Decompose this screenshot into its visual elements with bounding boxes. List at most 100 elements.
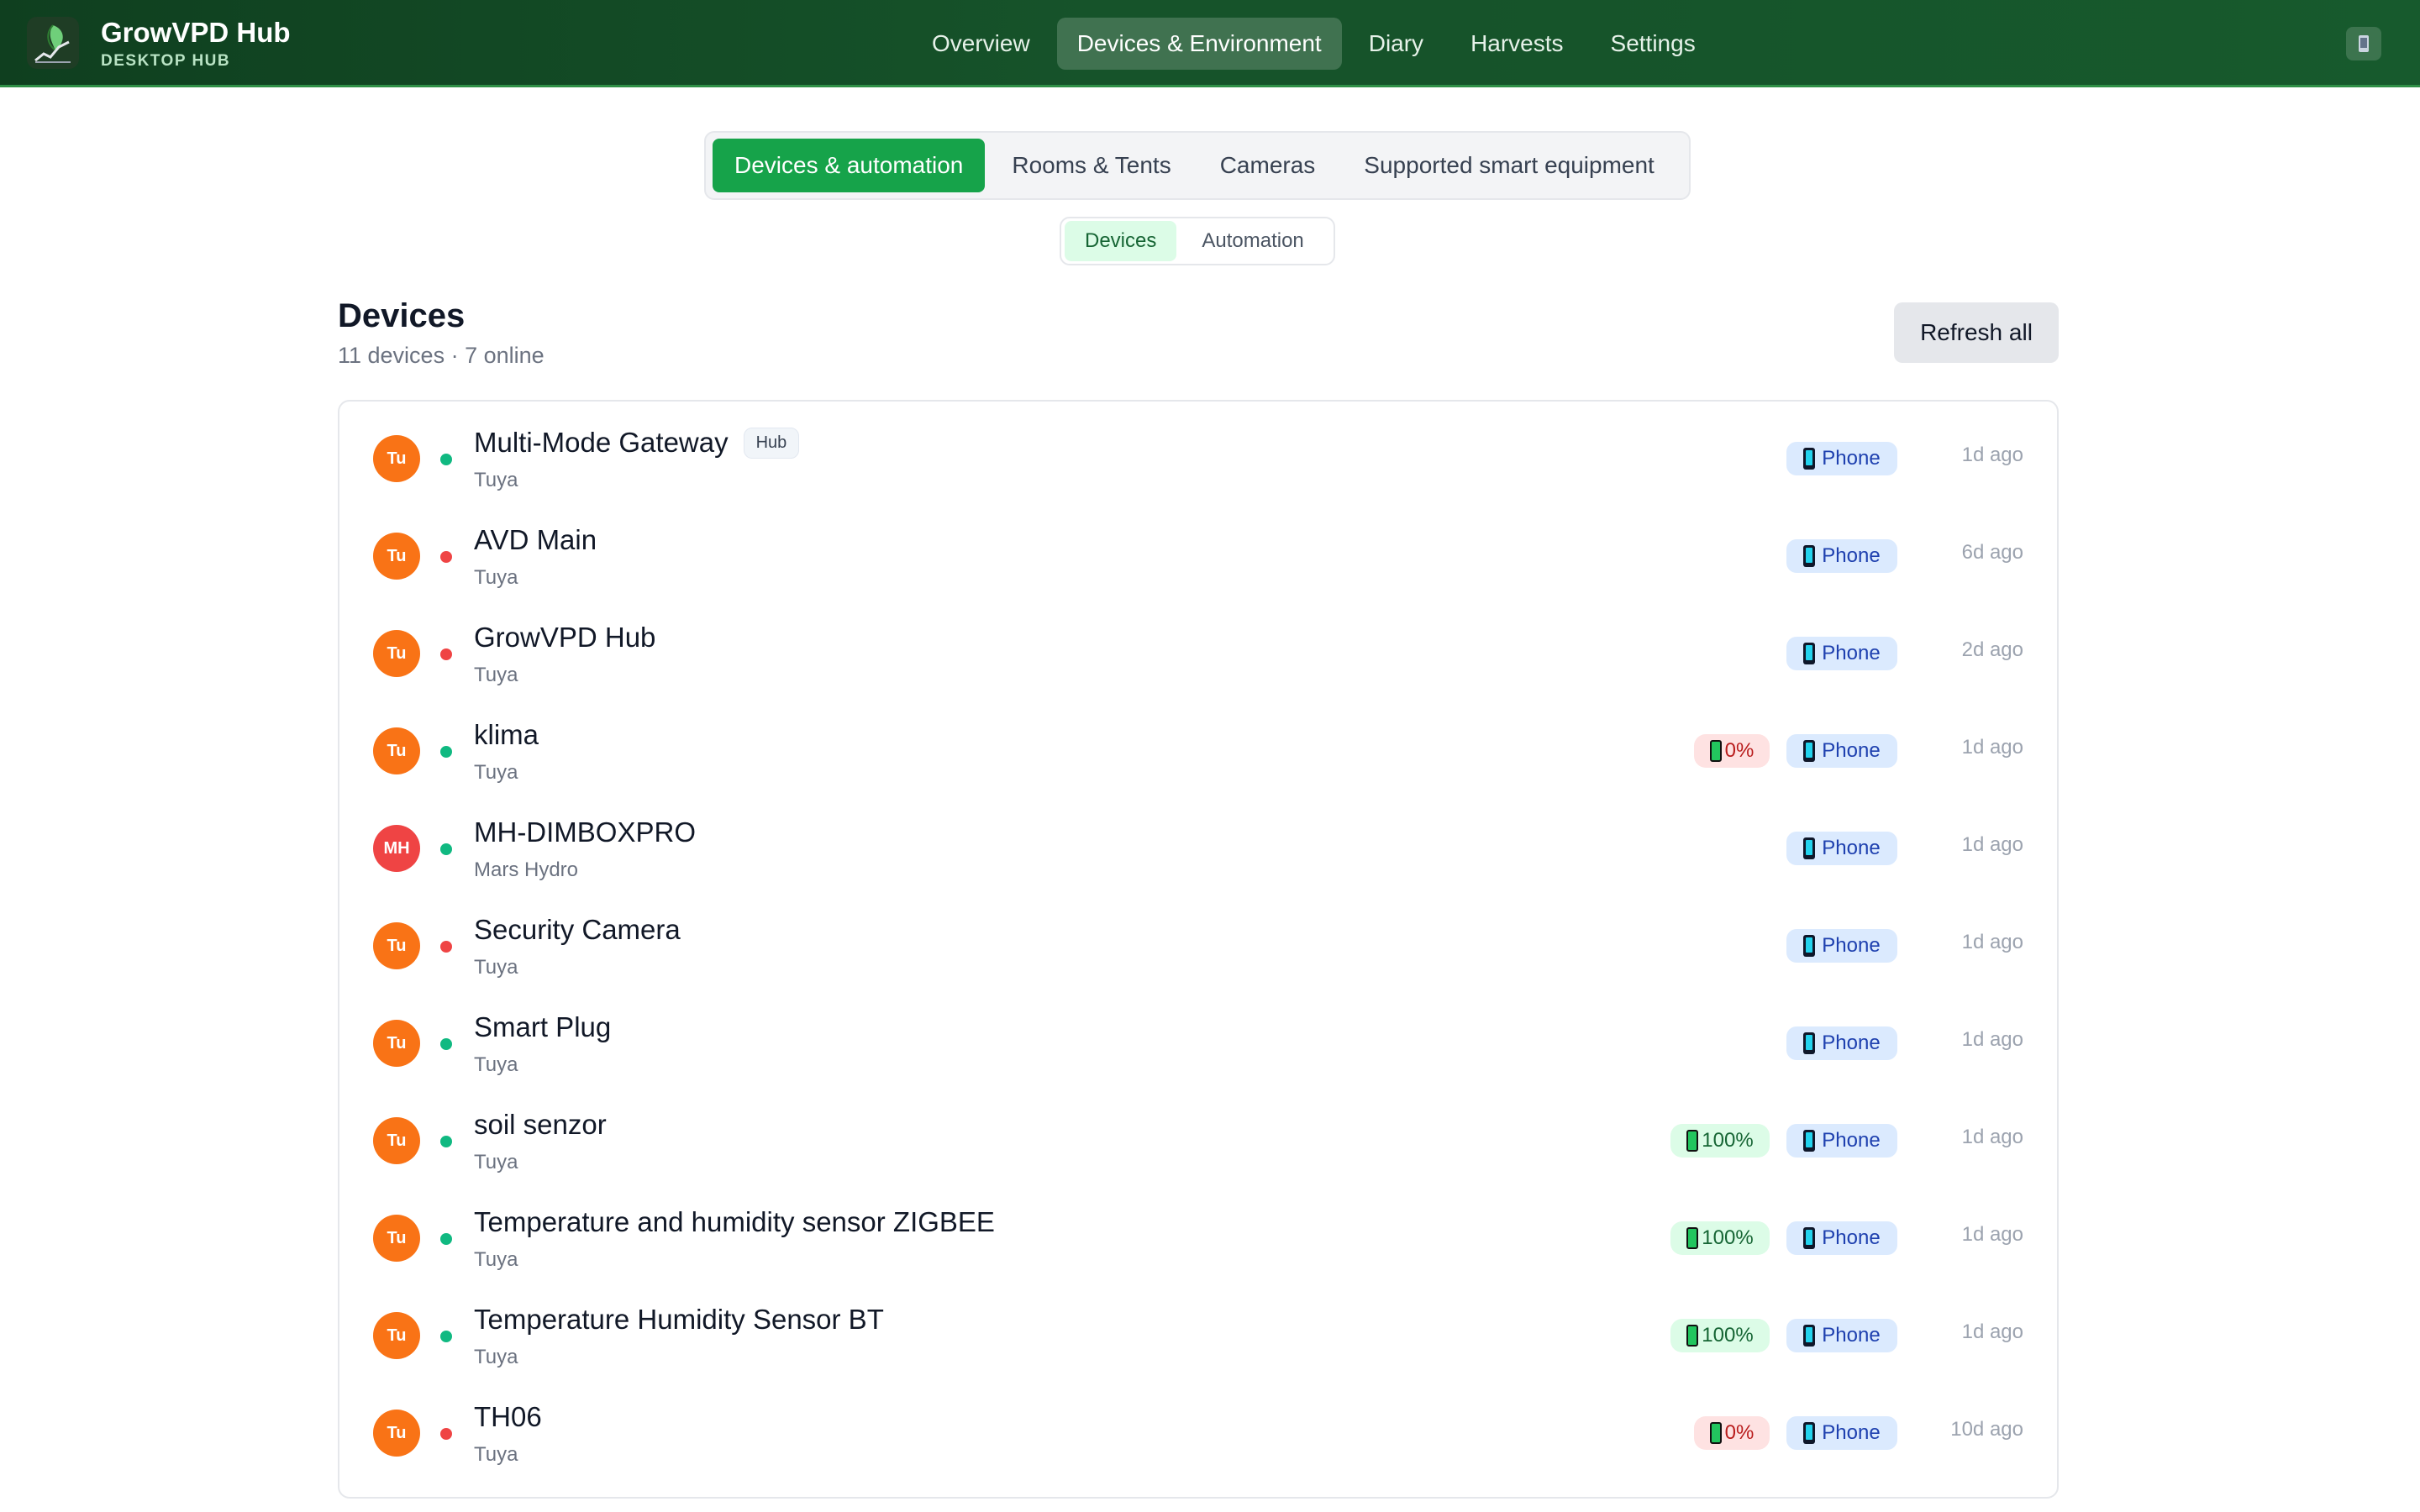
nav-settings[interactable]: Settings (1591, 18, 1716, 70)
source-badge: Phone (1786, 1221, 1897, 1255)
last-seen: 1d ago (1961, 833, 2023, 856)
device-name-line: Smart Plug (474, 1011, 611, 1043)
phone-icon (1803, 1130, 1816, 1152)
subtab-automation[interactable]: Automation (1181, 221, 1323, 261)
status-dot-offline (440, 551, 452, 563)
app-title: GrowVPD Hub (101, 17, 291, 48)
device-row[interactable]: Tu Multi-Mode Gateway Hub Tuya Phone 1d ago (339, 410, 2057, 507)
status-dot-online (440, 454, 452, 465)
status-dot-online (440, 746, 452, 758)
vendor-avatar: Tu (373, 630, 420, 677)
battery-badge: 100% (1670, 1124, 1770, 1158)
battery-level: 100% (1702, 1129, 1754, 1152)
device-vendor: Tuya (474, 761, 518, 784)
source-badge: Phone (1786, 539, 1897, 573)
device-name: MH-DIMBOXPRO (474, 816, 696, 848)
vendor-avatar: Tu (373, 1215, 420, 1262)
device-name: Smart Plug (474, 1011, 612, 1042)
device-row[interactable]: MH MH-DIMBOXPRO Mars Hydro Phone 1d ago (339, 800, 2057, 897)
app-logo-icon[interactable] (27, 17, 79, 69)
app-subtitle: DESKTOP HUB (101, 52, 231, 70)
source-badge: Phone (1786, 1319, 1897, 1352)
device-row[interactable]: Tu klima Tuya 0% Phone 1d ago (339, 702, 2057, 800)
device-vendor: Tuya (474, 1248, 518, 1271)
phone-icon (1803, 740, 1816, 762)
device-name-line: klima (474, 719, 539, 751)
device-row[interactable]: Tu Security Camera Tuya Phone 1d ago (339, 897, 2057, 995)
source-badge: Phone (1786, 734, 1897, 768)
phone-icon (1803, 837, 1816, 859)
phone-mode-button[interactable] (2346, 27, 2381, 60)
device-row[interactable]: Tu Smart Plug Tuya Phone 1d ago (339, 995, 2057, 1092)
main-nav: Overview Devices & Environment Diary Har… (912, 18, 1716, 70)
battery-badge: 100% (1670, 1221, 1770, 1255)
device-row[interactable]: Tu AVD Main Tuya Phone 6d ago (339, 507, 2057, 605)
source-label: Phone (1822, 1129, 1881, 1152)
device-row[interactable]: Tu TH06 Tuya 0% Phone 10d ago (339, 1384, 2057, 1482)
battery-badge: 0% (1694, 1416, 1770, 1450)
device-row[interactable]: Tu Temperature Humidity Sensor BT Tuya 100%… (339, 1287, 2057, 1384)
nav-diary[interactable]: Diary (1349, 18, 1444, 70)
nav-devices-environment[interactable]: Devices & Environment (1056, 18, 1342, 70)
sub-tabs: Devices Automation (1060, 217, 1335, 265)
refresh-all-button[interactable]: Refresh all (1894, 302, 2059, 363)
source-badge: Phone (1786, 1124, 1897, 1158)
phone-icon (1803, 1227, 1816, 1249)
source-badge: Phone (1786, 1416, 1897, 1450)
phone-icon (1803, 1422, 1816, 1444)
device-name-line: Security Camera (474, 914, 681, 946)
device-vendor: Tuya (474, 1053, 518, 1076)
battery-level: 100% (1702, 1226, 1754, 1249)
tab-devices-automation[interactable]: Devices & automation (713, 139, 986, 192)
device-name-line: AVD Main (474, 524, 597, 556)
last-seen: 10d ago (1950, 1418, 2023, 1441)
battery-icon (1709, 740, 1722, 762)
device-name: Security Camera (474, 914, 681, 945)
device-vendor: Tuya (474, 566, 518, 589)
status-dot-offline (440, 941, 452, 953)
device-name: Temperature and humidity sensor ZIGBEE (474, 1206, 995, 1237)
source-badge: Phone (1786, 1026, 1897, 1060)
source-label: Phone (1822, 1226, 1881, 1249)
battery-badge: 0% (1694, 734, 1770, 768)
phone-icon (1803, 643, 1816, 664)
source-label: Phone (1822, 1324, 1881, 1347)
source-label: Phone (1822, 837, 1881, 859)
nav-harvests[interactable]: Harvests (1450, 18, 1583, 70)
source-badge: Phone (1786, 929, 1897, 963)
last-seen: 1d ago (1961, 931, 2023, 953)
vendor-avatar: Tu (373, 727, 420, 774)
device-row[interactable]: Tu soil senzor Tuya 100% Phone 1d ago (339, 1092, 2057, 1189)
device-name: klima (474, 719, 539, 750)
vendor-avatar: Tu (373, 1117, 420, 1164)
source-badge: Phone (1786, 832, 1897, 865)
source-badge: Phone (1786, 637, 1897, 670)
device-row[interactable]: Tu Temperature and humidity sensor ZIGBEE… (339, 1189, 2057, 1287)
device-list: Tu Multi-Mode Gateway Hub Tuya Phone 1d ago Tu… (338, 400, 2059, 1499)
vendor-avatar: Tu (373, 1312, 420, 1359)
device-vendor: Tuya (474, 469, 518, 491)
tab-supported-equipment[interactable]: Supported smart equipment (1342, 139, 1676, 192)
source-label: Phone (1822, 1032, 1881, 1054)
device-name-line: TH06 (474, 1401, 542, 1433)
device-name: AVD Main (474, 524, 597, 555)
tab-rooms-tents[interactable]: Rooms & Tents (990, 139, 1192, 192)
source-label: Phone (1822, 544, 1881, 567)
status-dot-online (440, 1136, 452, 1147)
subtab-devices[interactable]: Devices (1065, 221, 1177, 261)
last-seen: 2d ago (1961, 638, 2023, 661)
battery-icon (1686, 1227, 1699, 1249)
device-row[interactable]: Tu GrowVPD Hub Tuya Phone 2d ago (339, 605, 2057, 702)
last-seen: 1d ago (1961, 1223, 2023, 1246)
source-label: Phone (1822, 934, 1881, 957)
device-name: soil senzor (474, 1109, 607, 1140)
nav-overview[interactable]: Overview (912, 18, 1050, 70)
vendor-avatar: Tu (373, 435, 420, 482)
source-label: Phone (1822, 447, 1881, 470)
source-label: Phone (1822, 1421, 1881, 1444)
device-name: GrowVPD Hub (474, 622, 656, 653)
tab-cameras[interactable]: Cameras (1198, 139, 1338, 192)
device-name-line: soil senzor (474, 1109, 607, 1141)
source-label: Phone (1822, 739, 1881, 762)
status-dot-offline (440, 648, 452, 660)
